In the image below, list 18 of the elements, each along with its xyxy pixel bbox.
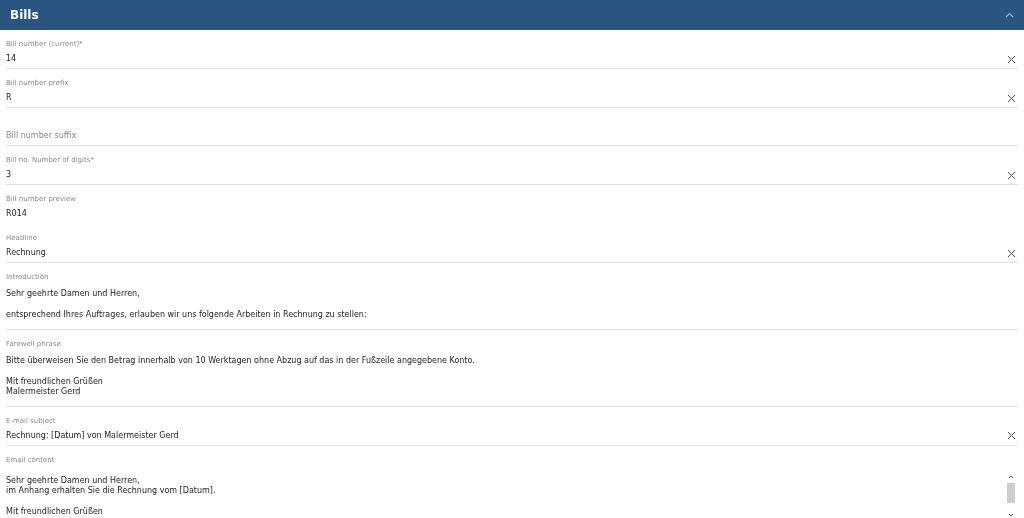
close-icon[interactable] — [1007, 170, 1016, 180]
text-field[interactable]: Bill number suffix — [6, 130, 1018, 142]
close-icon[interactable] — [1007, 431, 1016, 440]
text-area[interactable]: Sehr geehrte Damen und Herren, im Anhang erhalten Sie die Rechnung vom [Datum]. Mit freundlichen Grüßen — [6, 469, 1006, 518]
close-icon[interactable] — [1007, 248, 1016, 258]
text-field[interactable]: Rechnung — [6, 247, 1007, 259]
text-field[interactable]: 14 — [6, 53, 1007, 65]
text-field[interactable]: Rechnung: [Datum] von Malermeister Gerd — [6, 429, 1007, 442]
text-area[interactable]: Bitte überweisen Sie den Betrag innerhalb von 10 Werktagen ohne Abzug auf das in der Fußzeile angegebene Konto. Mit freundlichen Grüßen Malermeister Gerd — [6, 351, 1018, 407]
panel-header[interactable]: Bills — [0, 0, 1024, 30]
chevron-icon[interactable] — [1005, 12, 1014, 18]
text-field[interactable]: 3 — [6, 169, 1007, 181]
text-area[interactable]: Sehr geehrte Damen und Herren, entsprechend Ihres Auftrages, erlauben wir uns folgende Arbeiten in Rechnung zu stellen: — [6, 285, 1018, 330]
close-icon[interactable] — [1007, 93, 1016, 103]
panel-title: Bills — [10, 8, 39, 22]
preview-value: R014 — [6, 208, 28, 220]
close-icon[interactable] — [1007, 54, 1016, 64]
text-field[interactable]: R — [6, 92, 1007, 104]
